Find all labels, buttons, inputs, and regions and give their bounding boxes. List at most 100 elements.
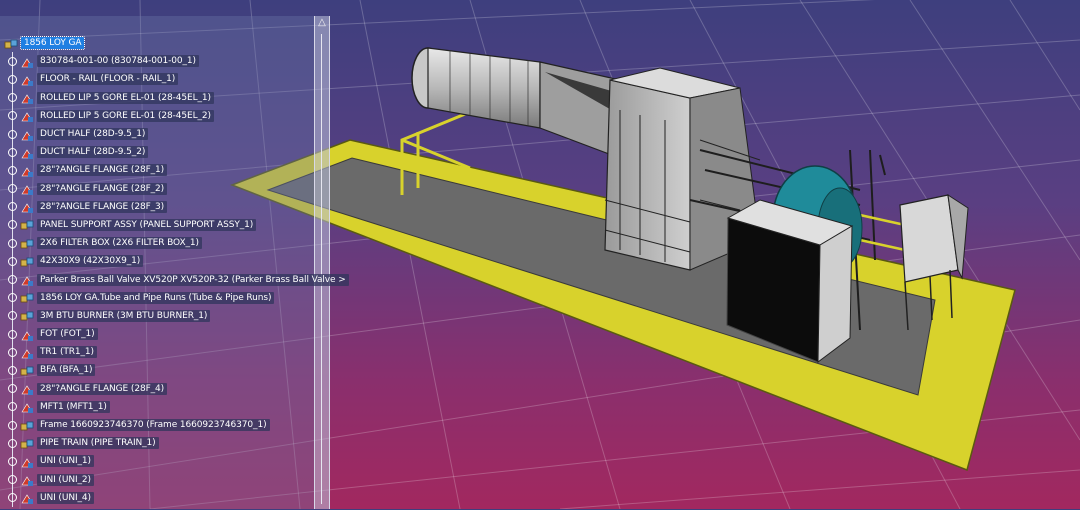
tree-item[interactable]: Parker Brass Ball Valve XV520P XV520P-32… <box>4 270 349 289</box>
expand-toggle[interactable] <box>8 384 17 394</box>
tree-item-label: UNI (UNI_2) <box>37 473 94 486</box>
expand-toggle[interactable] <box>8 402 17 412</box>
part-icon <box>20 382 34 396</box>
scroll-up-icon[interactable]: △ <box>315 16 329 30</box>
product-icon <box>20 364 34 377</box>
tree-item-label: PIPE TRAIN (PIPE TRAIN_1) <box>37 437 159 450</box>
tree-item-label: TR1 (TR1_1) <box>37 346 97 359</box>
tree-item[interactable]: UNI (UNI_4) <box>4 488 349 507</box>
tree-item[interactable]: 2X6 FILTER BOX (2X6 FILTER BOX_1) <box>4 234 349 253</box>
expand-toggle[interactable] <box>8 365 17 375</box>
expand-toggle[interactable] <box>8 438 17 448</box>
product-icon <box>20 437 34 450</box>
tree-item-label: DUCT HALF (28D-9.5_2) <box>37 146 149 159</box>
tree-item-label: 830784-001-00 (830784-001-00_1) <box>37 55 199 68</box>
tree-item[interactable]: DUCT HALF (28D-9.5_1) <box>4 124 349 144</box>
tree-item-label: ROLLED LIP 5 GORE EL-01 (28-45EL_2) <box>37 109 214 122</box>
part-icon <box>20 473 34 487</box>
expand-toggle[interactable] <box>8 129 17 139</box>
expand-toggle[interactable] <box>8 311 17 321</box>
tree-item[interactable]: 28"?ANGLE FLANGE (28F_2) <box>4 179 349 198</box>
product-icon <box>20 218 34 231</box>
yellow-pipe <box>859 213 906 252</box>
tree-item[interactable]: 1856 LOY GA.Tube and Pipe Runs (Tube & P… <box>4 288 349 307</box>
expand-toggle[interactable] <box>8 293 17 303</box>
tree-item-label: Parker Brass Ball Valve XV520P XV520P-32… <box>37 273 349 286</box>
expand-toggle[interactable] <box>8 238 17 248</box>
part-icon <box>20 55 34 68</box>
tree-item[interactable]: Frame 1660923746370 (Frame 1660923746370… <box>4 415 349 435</box>
tree-item-label: 3M BTU BURNER (3M BTU BURNER_1) <box>37 309 211 322</box>
expand-toggle[interactable] <box>8 147 17 157</box>
tree-item[interactable]: ROLLED LIP 5 GORE EL-01 (28-45EL_1) <box>4 88 349 107</box>
tree-item-label: 1856 LOY GA.Tube and Pipe Runs (Tube & P… <box>37 291 275 304</box>
part-icon <box>20 328 34 341</box>
expand-toggle[interactable] <box>8 256 17 266</box>
tree-item-label: Frame 1660923746370 (Frame 1660923746370… <box>37 419 270 432</box>
tree-item[interactable]: DUCT HALF (28D-9.5_2) <box>4 143 349 162</box>
tree-item-label: MFT1 (MFT1_1) <box>37 400 110 413</box>
tree-item-label: UNI (UNI_1) <box>37 455 94 468</box>
tree-item[interactable]: TR1 (TR1_1) <box>4 343 349 362</box>
expand-toggle[interactable] <box>8 111 17 121</box>
product-icon <box>20 309 34 322</box>
part-icon <box>20 73 34 86</box>
tree-item[interactable]: 3M BTU BURNER (3M BTU BURNER_1) <box>4 306 349 325</box>
tree-item[interactable]: 830784-001-00 (830784-001-00_1) <box>4 52 349 71</box>
part-icon <box>20 200 34 214</box>
expand-toggle[interactable] <box>8 184 17 194</box>
expand-toggle[interactable] <box>8 493 17 503</box>
expand-toggle[interactable] <box>8 165 17 175</box>
expand-toggle[interactable] <box>8 475 17 485</box>
tree-item[interactable]: FLOOR - RAIL (FLOOR - RAIL_1) <box>4 70 349 89</box>
part-icon <box>20 400 34 414</box>
tree-item[interactable]: ROLLED LIP 5 GORE EL-01 (28-45EL_2) <box>4 106 349 125</box>
product-icon <box>20 237 34 250</box>
product-icon <box>20 255 34 268</box>
tree-item-label: ROLLED LIP 5 GORE EL-01 (28-45EL_1) <box>37 91 214 104</box>
tree-item[interactable]: MFT1 (MFT1_1) <box>4 397 349 416</box>
tree-item-label: DUCT HALF (28D-9.5_1) <box>37 128 149 141</box>
part-icon <box>20 346 34 359</box>
tree-item-label: 42X30X9 (42X30X9_1) <box>37 255 144 268</box>
expand-toggle[interactable] <box>8 74 17 84</box>
tree-item[interactable]: PIPE TRAIN (PIPE TRAIN_1) <box>4 434 349 453</box>
tree-item-label: 28"?ANGLE FLANGE (28F_2) <box>37 182 168 195</box>
expand-toggle[interactable] <box>8 347 17 357</box>
product-icon <box>20 419 34 432</box>
tree-item[interactable]: 28"?ANGLE FLANGE (28F_4) <box>4 379 349 398</box>
expand-toggle[interactable] <box>8 93 17 103</box>
tree-item[interactable]: PANEL SUPPORT ASSY (PANEL SUPPORT ASSY_1… <box>4 215 349 235</box>
product-icon <box>4 37 18 50</box>
expand-toggle[interactable] <box>8 220 17 230</box>
part-icon <box>20 146 34 159</box>
expand-toggle[interactable] <box>8 56 17 66</box>
tree-item[interactable]: BFA (BFA_1) <box>4 361 349 380</box>
tree-item-label: FOT (FOT_1) <box>37 328 98 341</box>
tree-item[interactable]: 42X30X9 (42X30X9_1) <box>4 252 349 271</box>
tree-item[interactable]: UNI (UNI_2) <box>4 470 349 489</box>
tree-root[interactable]: 1856 LOY GA <box>4 34 349 52</box>
specification-tree: 1856 LOY GA 830784-001-00 (830784-001-00… <box>4 34 349 507</box>
expand-toggle[interactable] <box>8 329 17 339</box>
tree-item-label: 28"?ANGLE FLANGE (28F_3) <box>37 200 168 213</box>
tree-root-label: 1856 LOY GA <box>19 36 86 51</box>
part-icon <box>20 273 34 287</box>
part-icon <box>20 491 34 505</box>
expand-toggle[interactable] <box>8 420 17 430</box>
tree-item-label: PANEL SUPPORT ASSY (PANEL SUPPORT ASSY_1… <box>37 218 257 231</box>
tree-item[interactable]: FOT (FOT_1) <box>4 325 349 344</box>
part-icon <box>20 455 34 468</box>
product-icon <box>20 291 34 304</box>
tree-item-label: 28"?ANGLE FLANGE (28F_4) <box>37 382 168 395</box>
tree-item[interactable]: 28"?ANGLE FLANGE (28F_1) <box>4 161 349 180</box>
expand-toggle[interactable] <box>8 456 17 466</box>
expand-toggle[interactable] <box>8 275 17 285</box>
tree-item[interactable]: UNI (UNI_1) <box>4 452 349 471</box>
tree-item[interactable]: 28"?ANGLE FLANGE (28F_3) <box>4 197 349 216</box>
expand-toggle[interactable] <box>8 202 17 212</box>
tree-item-label: FLOOR - RAIL (FLOOR - RAIL_1) <box>37 73 179 86</box>
tree-item-label: 2X6 FILTER BOX (2X6 FILTER BOX_1) <box>37 237 202 250</box>
tree-item-label: UNI (UNI_4) <box>37 491 94 504</box>
duct-body <box>427 47 541 129</box>
